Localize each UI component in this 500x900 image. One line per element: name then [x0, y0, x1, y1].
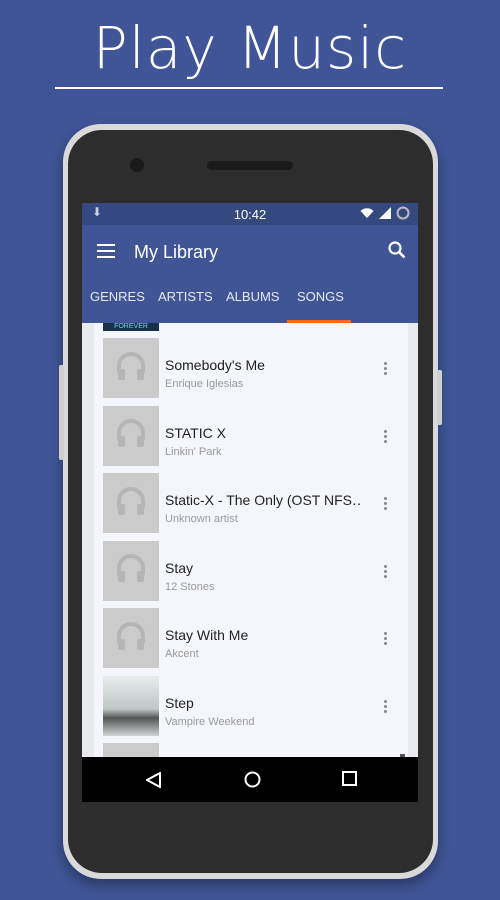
song-artist: Akcent	[165, 648, 199, 660]
song-row[interactable]: STATIC X Linkin' Park	[94, 405, 408, 466]
promo-title: Play Music	[92, 14, 408, 82]
menu-icon[interactable]	[97, 244, 115, 258]
more-options-icon[interactable]	[384, 632, 387, 647]
album-art	[103, 608, 159, 668]
song-artist: Linkin' Park	[165, 445, 222, 458]
tab-genres[interactable]: GENRES	[82, 290, 150, 323]
more-options-icon[interactable]	[384, 429, 387, 445]
loading-icon	[396, 206, 410, 220]
navigation-bar	[82, 757, 418, 802]
song-row[interactable]: Stay With Me Akcent	[94, 608, 408, 668]
search-icon[interactable]	[388, 241, 406, 259]
album-art	[103, 675, 159, 736]
page-title: My Library	[134, 242, 219, 262]
power-button	[437, 370, 442, 425]
album-art	[103, 540, 159, 601]
song-list: FOREVER Somebody's Me Enrique Iglesias STA…	[94, 323, 408, 757]
headphones-icon	[114, 484, 148, 523]
album-art-partial: FOREVER	[103, 323, 159, 331]
song-title: Stay	[165, 559, 194, 576]
headphones-icon	[114, 416, 148, 455]
more-options-icon[interactable]	[384, 362, 387, 377]
earpiece-speaker	[207, 161, 293, 170]
home-icon[interactable]	[244, 771, 261, 788]
song-title: Step	[165, 694, 194, 711]
song-row[interactable]: Step Vampire Weekend	[94, 675, 408, 736]
status-bar: ⬇ 10:42	[82, 203, 418, 225]
screen: ⬇ 10:42 My Library GENRES ARTISTS ALBUMS…	[82, 203, 418, 802]
more-options-icon[interactable]	[384, 564, 387, 580]
song-title: STATIC X	[165, 424, 226, 441]
headphones-icon	[114, 619, 148, 658]
wifi-icon	[360, 208, 374, 218]
more-options-icon[interactable]	[384, 497, 387, 512]
song-row[interactable]: Somebody's Me Enrique Iglesias	[94, 338, 408, 398]
album-art	[103, 338, 159, 398]
song-artist: Enrique Iglesias	[165, 378, 244, 390]
tab-albums[interactable]: ALBUMS	[218, 290, 287, 323]
front-camera	[130, 158, 144, 172]
volume-button	[59, 365, 64, 460]
song-title: Static-X - The Only (OST NFS‥	[165, 492, 362, 508]
tab-songs[interactable]: SONGS	[287, 290, 351, 323]
album-art	[103, 743, 159, 757]
recents-icon[interactable]	[342, 771, 357, 786]
signal-icon	[379, 207, 391, 219]
headphones-icon	[114, 349, 148, 388]
song-artist: Unknown artist	[165, 513, 238, 525]
tab-bar: GENRES ARTISTS ALBUMS SONGS	[82, 290, 351, 323]
song-artist: 12 Stones	[165, 580, 215, 593]
album-art	[103, 473, 159, 533]
song-title: Stay With Me	[165, 627, 249, 643]
song-artist: Vampire Weekend	[165, 715, 255, 728]
tab-artists[interactable]: ARTISTS	[150, 290, 218, 323]
song-row[interactable]: Static-X - The Only (OST NFS‥ Unknown art…	[94, 473, 408, 533]
song-row[interactable]: Stay 12 Stones	[94, 540, 408, 601]
headphones-icon	[114, 551, 148, 590]
album-art	[103, 405, 159, 466]
title-underline	[55, 87, 443, 89]
more-options-icon[interactable]	[384, 699, 387, 715]
back-icon[interactable]	[146, 772, 162, 788]
song-title: Somebody's Me	[165, 357, 265, 373]
app-bar: My Library GENRES ARTISTS ALBUMS SONGS	[82, 225, 418, 323]
